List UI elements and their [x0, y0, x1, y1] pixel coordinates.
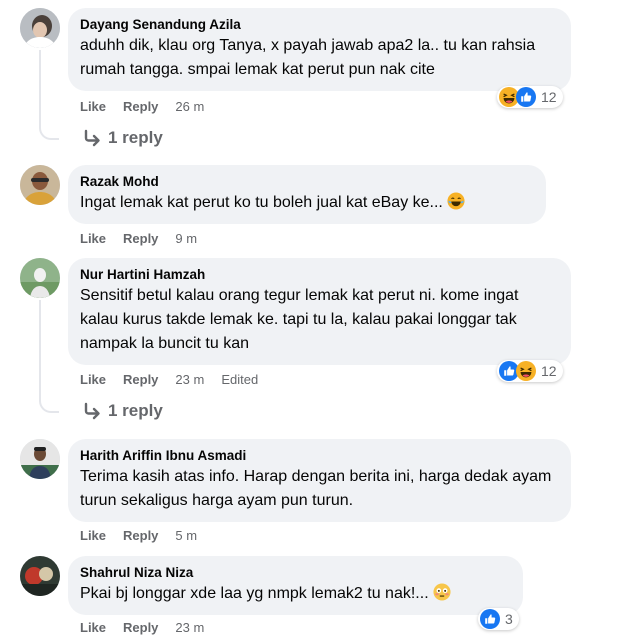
reaction-summary[interactable]: 12 [497, 86, 563, 108]
view-replies-link[interactable]: 1 reply [82, 127, 163, 149]
view-replies-label: 1 reply [108, 401, 163, 420]
edited-label[interactable]: Edited [221, 372, 258, 387]
comment-author[interactable]: Nur Hartini Hamzah [80, 266, 559, 284]
reaction-summary[interactable]: 12 [497, 360, 563, 382]
comment-bubble: Harith Ariffin Ibnu Asmadi Terima kasih … [68, 439, 571, 522]
comment-timestamp[interactable]: 26 m [175, 99, 204, 114]
comment-text: aduhh dik, klau org Tanya, x payah jawab… [80, 37, 536, 78]
reply-arrow-icon [84, 129, 100, 147]
like-icon [516, 87, 536, 107]
view-replies-link[interactable]: 1 reply [82, 400, 163, 422]
comment-author[interactable]: Dayang Senandung Azila [80, 16, 559, 34]
like-button[interactable]: Like [80, 231, 106, 246]
comment-text-body: Ingat lemak kat perut ko tu boleh jual k… [80, 194, 443, 211]
like-button[interactable]: Like [80, 372, 106, 387]
reply-arrow-icon [84, 402, 100, 420]
reaction-count: 12 [541, 363, 557, 379]
avatar[interactable] [20, 258, 60, 298]
thread-line [39, 300, 59, 413]
comment-text: Terima kasih atas info. Harap dengan ber… [80, 468, 552, 509]
view-replies-label: 1 reply [108, 128, 163, 147]
comment-actions: Like Reply 23 m Edited [80, 371, 275, 389]
reaction-summary[interactable]: 3 [478, 608, 519, 630]
comment-author[interactable]: Shahrul Niza Niza [80, 564, 511, 582]
comment-text: Ingat lemak kat perut ko tu boleh jual k… [80, 191, 534, 215]
like-icon [480, 609, 500, 629]
comment-timestamp[interactable]: 23 m [175, 620, 204, 635]
reply-button[interactable]: Reply [123, 620, 158, 635]
comment-text: Pkai bj longgar xde laa yg nmpk lemak2 t… [80, 582, 511, 606]
avatar[interactable] [20, 439, 60, 479]
like-button[interactable]: Like [80, 620, 106, 635]
comment-bubble: Shahrul Niza Niza Pkai bj longgar xde la… [68, 556, 523, 615]
comment-text: Sensitif betul kalau orang tegur lemak k… [80, 287, 519, 352]
laughing-tears-emoji [447, 192, 465, 210]
comment-bubble: Nur Hartini Hamzah Sensitif betul kalau … [68, 258, 571, 365]
comment-actions: Like Reply 23 m [80, 619, 221, 637]
comment-text-body: Pkai bj longgar xde laa yg nmpk lemak2 t… [80, 585, 429, 602]
avatar[interactable] [20, 8, 60, 48]
reaction-count: 3 [505, 611, 513, 627]
reaction-count: 12 [541, 89, 557, 105]
comment-author[interactable]: Razak Mohd [80, 173, 534, 191]
avatar[interactable] [20, 556, 60, 596]
comment-actions: Like Reply 26 m [80, 98, 221, 116]
comment-author[interactable]: Harith Ariffin Ibnu Asmadi [80, 447, 559, 465]
reply-button[interactable]: Reply [123, 231, 158, 246]
comment-timestamp[interactable]: 5 m [175, 528, 197, 543]
reply-button[interactable]: Reply [123, 528, 158, 543]
thread-line [39, 50, 59, 140]
avatar[interactable] [20, 165, 60, 205]
reply-button[interactable]: Reply [123, 372, 158, 387]
comment-bubble: Dayang Senandung Azila aduhh dik, klau o… [68, 8, 571, 91]
flushed-emoji [433, 583, 451, 601]
comment-actions: Like Reply 5 m [80, 527, 214, 545]
reply-button[interactable]: Reply [123, 99, 158, 114]
comment-timestamp[interactable]: 9 m [175, 231, 197, 246]
comment-timestamp[interactable]: 23 m [175, 372, 204, 387]
like-button[interactable]: Like [80, 99, 106, 114]
comment-actions: Like Reply 9 m [80, 230, 214, 248]
haha-icon [516, 361, 536, 381]
comment-bubble: Razak Mohd Ingat lemak kat perut ko tu b… [68, 165, 546, 224]
like-button[interactable]: Like [80, 528, 106, 543]
